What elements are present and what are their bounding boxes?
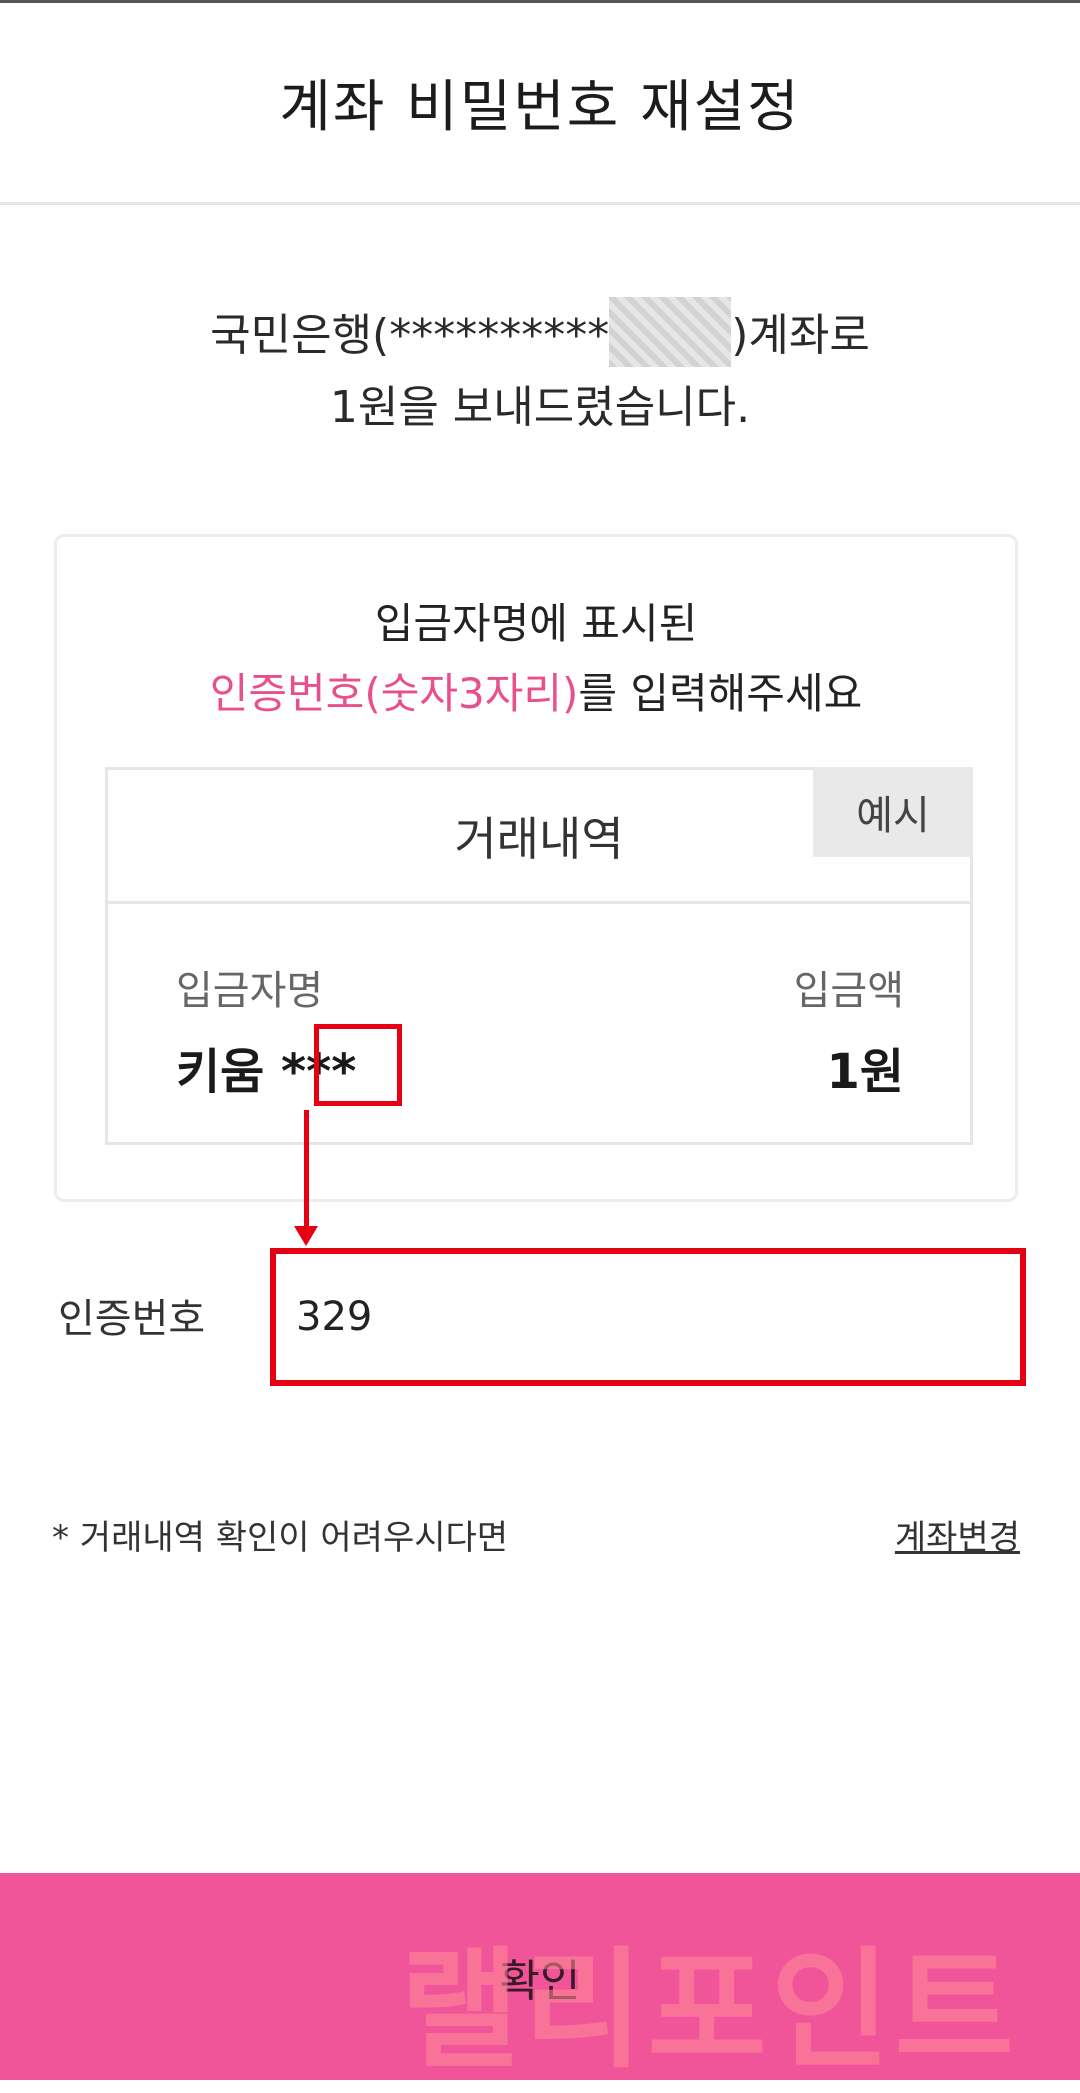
instruction-line2: 인증번호(숫자3자리)를 입력해주세요 (57, 659, 1015, 729)
pointer-arrow-line (304, 1110, 309, 1230)
depositor-label: 입금자명 (176, 968, 324, 1014)
amount-label: 입금액 (793, 968, 904, 1014)
verification-card: 입금자명에 표시된 인증번호(숫자3자리)를 입력해주세요 거래내역 예시 입금… (54, 534, 1018, 1202)
verification-code-input[interactable] (294, 1274, 998, 1360)
instruction-text: 입금자명에 표시된 인증번호(숫자3자리)를 입력해주세요 (57, 589, 1015, 729)
change-account-link[interactable]: 계좌변경 (895, 1510, 1020, 1559)
page-header: 계좌 비밀번호 재설정 (0, 3, 1080, 205)
help-note: * 거래내역 확인이 어려우시다면 (52, 1518, 509, 1558)
transfer-message-line2: 1원을 보내드렸습니다. (329, 382, 751, 433)
transfer-message-line1: 국민은행(********** )계좌로 (0, 297, 1080, 372)
instruction-rest: 를 입력해주세요 (578, 669, 863, 718)
instruction-highlight: 인증번호(숫자3자리) (209, 669, 579, 718)
code-label: 인증번호 (58, 1296, 206, 1342)
example-badge: 예시 (813, 767, 973, 857)
instruction-line1: 입금자명에 표시된 (374, 599, 698, 648)
confirm-button[interactable]: 확인 (0, 1873, 1080, 2080)
account-prefix: 국민은행(********** (210, 310, 610, 361)
amount-value: 1원 (826, 1044, 904, 1100)
account-suffix: )계좌로 (731, 310, 870, 361)
code-highlight-box (314, 1024, 402, 1106)
transfer-message: 국민은행(********** )계좌로 1원을 보내드렸습니다. (0, 297, 1080, 444)
code-input-highlight (270, 1248, 1026, 1386)
page-title: 계좌 비밀번호 재설정 (279, 75, 801, 140)
pointer-arrow-head-icon (294, 1226, 318, 1246)
confirm-label: 확인 (499, 1955, 581, 2007)
account-number-mask (609, 297, 732, 367)
transaction-example: 거래내역 예시 입금자명 입금액 키움 *** 1원 (105, 767, 973, 1145)
depositor-name: 키움 (176, 1044, 265, 1100)
